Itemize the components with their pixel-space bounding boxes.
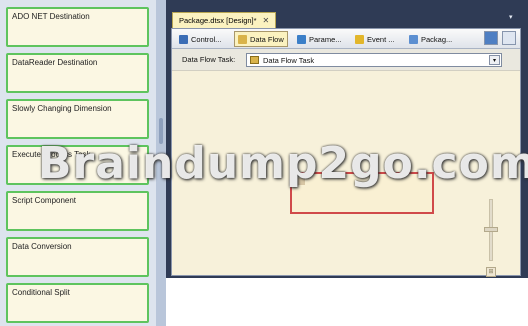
toolbox-item-conditional-split[interactable]: Conditional Split: [6, 283, 149, 323]
designer-tabstrip: Control... Data Flow Parame... Event ...…: [172, 29, 520, 49]
toolbox-item-label: Data Conversion: [12, 242, 72, 251]
parameters-icon: [297, 34, 306, 44]
tab-data-flow[interactable]: Data Flow: [234, 31, 288, 47]
document-tab-title: Package.dtsx [Design]*: [179, 16, 257, 25]
toolbox-item-label: Script Component: [12, 196, 77, 205]
data-flow-task-select[interactable]: Data Flow Task ▾: [246, 53, 502, 67]
tab-parameters[interactable]: Parame...: [294, 31, 345, 47]
tab-package-explorer[interactable]: Packag...: [406, 31, 455, 47]
watermark-text: Braindump2go.com: [38, 138, 528, 189]
toolbox-item-label: DataReader Destination: [12, 58, 98, 67]
data-flow-task-label: Data Flow Task:: [182, 55, 236, 64]
toolbox-item-label: Conditional Split: [12, 288, 70, 297]
tab-control-flow[interactable]: Control...: [176, 31, 224, 47]
toolbox-item-label: ADO NET Destination: [12, 12, 90, 21]
tab-label: Control...: [191, 34, 222, 44]
document-list-dropdown-icon[interactable]: ▾: [509, 13, 513, 21]
tab-label: Parame...: [309, 34, 342, 44]
zoom-fit-icon[interactable]: ⊞: [486, 267, 496, 277]
toolbox-item-datareader-destination[interactable]: DataReader Destination: [6, 53, 149, 93]
zoom-slider-thumb[interactable]: [484, 227, 498, 232]
data-flow-task-value: Data Flow Task: [263, 55, 315, 65]
toolbox-item-script-component[interactable]: Script Component: [6, 191, 149, 231]
package-explorer-icon: [409, 34, 418, 44]
toolbox-item-data-conversion[interactable]: Data Conversion: [6, 237, 149, 277]
tab-event-handlers[interactable]: Event ...: [352, 31, 398, 47]
document-tab-package[interactable]: Package.dtsx [Design]* ✕: [172, 12, 277, 28]
data-flow-task-icon: [250, 56, 259, 64]
toolbox-item-label: Slowly Changing Dimension: [12, 104, 112, 113]
tab-label: Event ...: [367, 34, 395, 44]
designer-options-icon[interactable]: [502, 31, 516, 45]
tab-label: Data Flow: [250, 34, 284, 44]
data-flow-icon: [238, 34, 247, 44]
toolbox-item-slowly-changing-dimension[interactable]: Slowly Changing Dimension: [6, 99, 149, 139]
data-flow-task-bar: Data Flow Task: Data Flow Task ▾: [172, 49, 520, 71]
designer-tool-icon[interactable]: [484, 31, 498, 45]
event-handlers-icon: [355, 34, 364, 44]
chevron-down-icon[interactable]: ▾: [489, 55, 500, 65]
toolbox-item-ado-net-destination[interactable]: ADO NET Destination: [6, 7, 149, 47]
close-icon[interactable]: ✕: [263, 16, 270, 25]
control-flow-icon: [179, 34, 188, 44]
tab-label: Packag...: [421, 34, 453, 44]
